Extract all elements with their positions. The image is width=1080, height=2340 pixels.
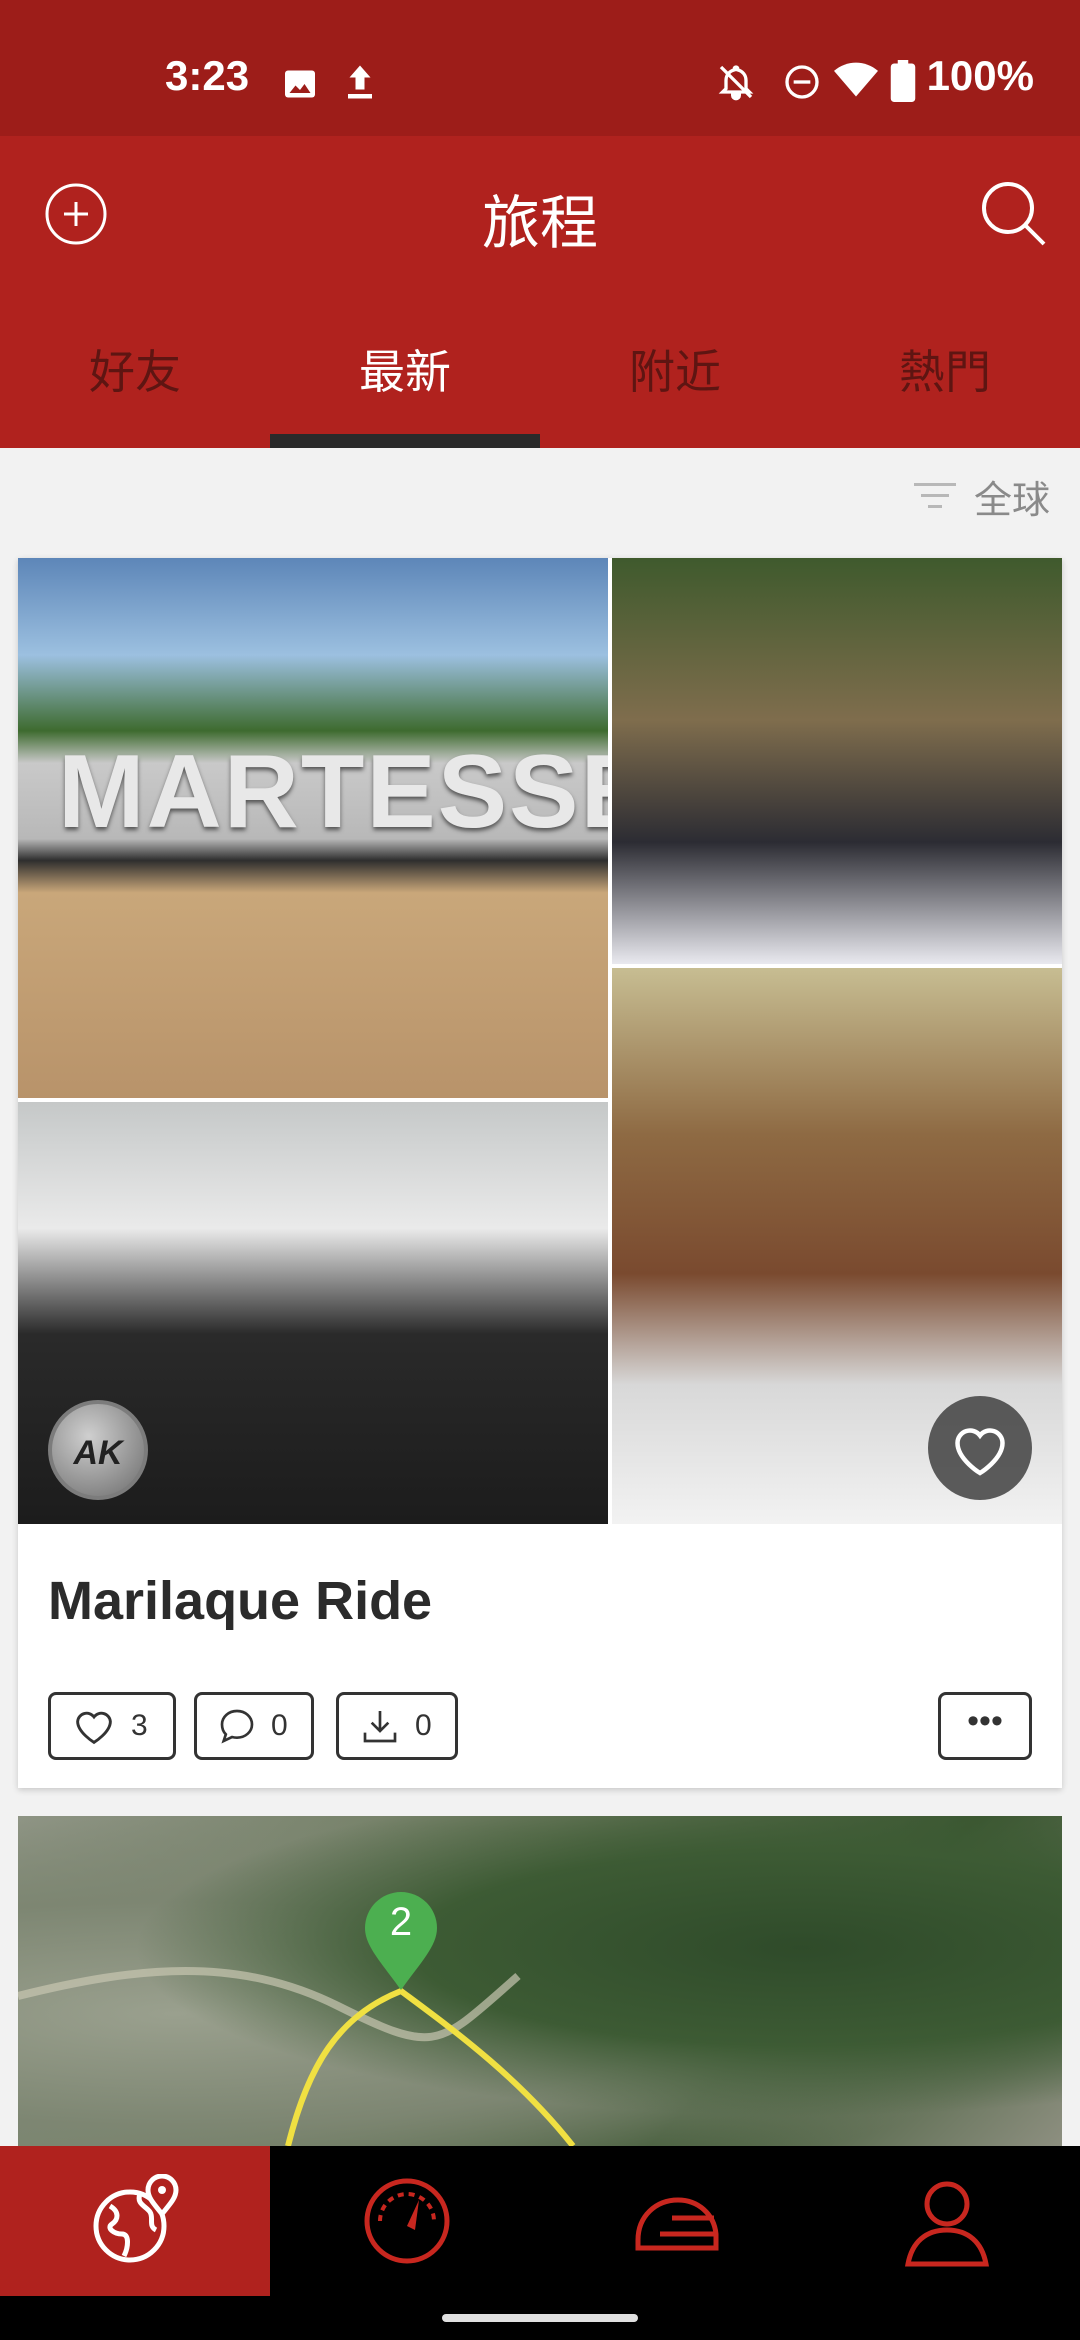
filter-icon [913, 483, 956, 508]
person-icon [905, 2181, 989, 2267]
heart-icon [955, 1428, 1005, 1476]
upload-icon [348, 65, 372, 99]
region-filter[interactable]: 全球 [913, 470, 1050, 522]
search-button[interactable] [980, 180, 1048, 248]
wifi-icon [834, 62, 878, 97]
speedometer-icon [364, 2178, 450, 2264]
image-icon [285, 70, 315, 98]
battery-icon [890, 60, 916, 102]
avatar[interactable]: AK [48, 1400, 148, 1500]
nav-trips[interactable] [0, 2146, 270, 2296]
home-gesture-handle[interactable] [442, 2314, 638, 2322]
tab-latest[interactable]: 最新 [270, 336, 540, 402]
trip-map-card[interactable]: 2 [18, 1816, 1062, 2146]
comment-icon [220, 1709, 254, 1744]
tab-friends[interactable]: 好友 [0, 336, 270, 402]
tab-nearby[interactable]: 附近 [540, 336, 810, 402]
map-route [18, 1967, 576, 2146]
comment-button[interactable]: 0 [194, 1692, 314, 1760]
status-bar: 3:23 100% [0, 0, 1080, 136]
download-icon [363, 1711, 397, 1743]
sign-text: MARTESSEM [58, 734, 608, 850]
helmet-icon [635, 2197, 719, 2251]
nav-profile[interactable] [810, 2146, 1080, 2296]
more-options-button[interactable]: ••• [938, 1692, 1032, 1760]
trip-photo[interactable]: MARTESSEM [18, 558, 608, 1098]
globe-pin-icon [93, 2174, 179, 2263]
comment-count: 0 [271, 1709, 288, 1742]
battery-percentage: 100% [926, 52, 1034, 99]
tab-popular[interactable]: 熱門 [810, 336, 1080, 402]
heart-icon [76, 1711, 112, 1745]
avatar-initials: AK [73, 1434, 123, 1472]
bottom-navigation [0, 2146, 1080, 2296]
bell-off-icon [718, 65, 754, 101]
page-title: 旅程 [481, 191, 598, 256]
dnd-icon [785, 65, 819, 99]
download-count: 0 [415, 1709, 432, 1742]
system-navigation-bar [0, 2296, 1080, 2340]
like-button[interactable]: 3 [48, 1692, 176, 1760]
trip-photo[interactable] [612, 558, 1062, 964]
tab-indicator [270, 434, 540, 448]
trip-card[interactable]: MARTESSEM AK Marilaque Ride 3 0 0 ••• [18, 558, 1062, 1788]
trip-title[interactable]: Marilaque Ride [48, 1570, 432, 1632]
status-time: 3:23 [165, 52, 250, 99]
app-bar: 旅程 好友 最新 附近 熱門 [0, 136, 1080, 448]
nav-dashboard[interactable] [270, 2146, 540, 2296]
map-marker-label: 2 [389, 1900, 413, 1944]
download-button[interactable]: 0 [336, 1692, 458, 1760]
nav-garage[interactable] [540, 2146, 810, 2296]
favorite-button[interactable] [928, 1396, 1032, 1500]
like-count: 3 [131, 1709, 148, 1742]
filter-label: 全球 [973, 479, 1050, 522]
